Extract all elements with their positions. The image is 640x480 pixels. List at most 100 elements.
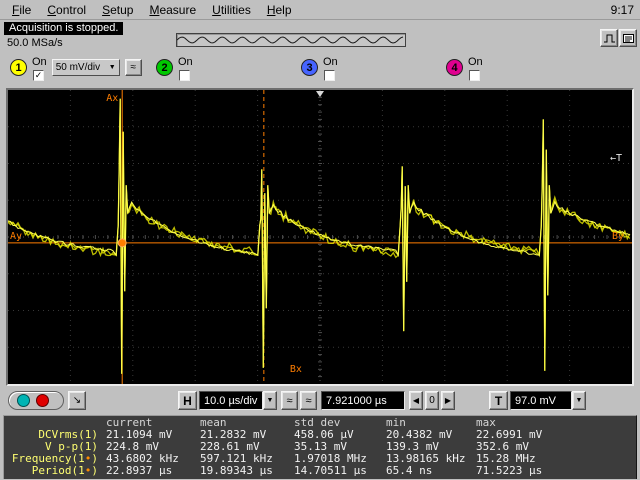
channel-4-checkbox[interactable] xyxy=(469,70,480,81)
channel-3-on-label: On xyxy=(323,56,338,68)
notepad-icon xyxy=(622,33,634,43)
marker-tool-button[interactable]: ↘ xyxy=(68,391,86,410)
measurement-header-spacer xyxy=(4,417,106,429)
measurement-value: 228.61 mV xyxy=(200,441,260,453)
trigger-level-field[interactable]: 97.0 mV xyxy=(510,391,572,410)
channel-3-group: 3 On xyxy=(301,56,338,81)
acquisition-preview-bar[interactable] xyxy=(176,33,406,47)
col-header-mean: mean xyxy=(200,417,227,429)
svg-text:By: By xyxy=(612,231,624,242)
trigger-settings-button[interactable]: T xyxy=(489,391,508,410)
measurement-value: 22.8937 µs xyxy=(106,465,173,477)
notepad-panel-button[interactable] xyxy=(619,29,637,47)
delay-zero-button[interactable]: 0 xyxy=(425,391,439,410)
measurement-value: 597.121 kHz xyxy=(200,453,273,465)
delay-left-button[interactable]: ◀ xyxy=(409,391,423,410)
measurement-value: 35.13 mV xyxy=(294,441,347,453)
timebase-scale-field[interactable]: 10.0 µs/div xyxy=(199,391,263,410)
oscilloscope-app: File Control Setup Measure Utilities Hel… xyxy=(0,0,640,480)
sample-rate: 50.0 MSa/s xyxy=(7,37,63,49)
measurement-row: Period(1•) 22.8937 µs 19.89343 µs 14.70511 … xyxy=(4,465,636,477)
delay-right-button[interactable]: ▶ xyxy=(441,391,455,410)
pointer-arrow-icon: ↘ xyxy=(72,395,82,406)
measurement-label: Frequency(1•) xyxy=(11,453,98,465)
measurement-value: 21.1094 mV xyxy=(106,429,173,441)
measurement-value: 20.4382 mV xyxy=(386,429,453,441)
pulse-panel-button[interactable] xyxy=(600,29,618,47)
channel-4-on-label: On xyxy=(468,56,483,68)
measurement-label: V p-p(1) xyxy=(45,441,98,453)
run-button[interactable] xyxy=(17,394,30,407)
sine-icon: ≈ xyxy=(130,62,136,73)
measurement-value: 14.70511 µs xyxy=(294,465,367,477)
svg-text:Ay: Ay xyxy=(10,231,22,242)
measurement-value: 1.97018 MHz xyxy=(294,453,367,465)
channel-4-badge[interactable]: 4 xyxy=(446,59,463,76)
channel-2-group: 2 On xyxy=(156,56,193,81)
measurement-label: DCVrms(1) xyxy=(38,429,98,441)
chevron-down-icon: ▼ xyxy=(108,64,116,71)
measurement-value: 19.89343 µs xyxy=(200,465,273,477)
measurement-value: 71.5223 µs xyxy=(476,465,543,477)
measurement-value: 224.8 mV xyxy=(106,441,159,453)
run-stop-group xyxy=(8,391,64,410)
menu-utilities[interactable]: Utilities xyxy=(204,1,259,19)
measurement-value: 65.4 ns xyxy=(386,465,433,477)
channel-2-on-label: On xyxy=(178,56,193,68)
measurement-value: 15.28 MHz xyxy=(476,453,536,465)
channel-1-checkbox[interactable]: ✓ xyxy=(33,70,44,81)
channel-1-group: 1 On ✓ 50 mV/div ▼ ≈ xyxy=(10,56,142,81)
menu-help[interactable]: Help xyxy=(259,1,300,19)
sine-icon: ≈ xyxy=(286,394,293,407)
measurement-value: 43.6802 kHz xyxy=(106,453,179,465)
channel-1-badge[interactable]: 1 xyxy=(10,59,27,76)
svg-text:Ax: Ax xyxy=(106,93,118,104)
pulse-icon xyxy=(603,34,615,42)
horizontal-zoom-button[interactable]: ≈ xyxy=(281,391,298,410)
clock: 9:17 xyxy=(610,2,634,17)
channel-4-group: 4 On xyxy=(446,56,483,81)
menu-control[interactable]: Control xyxy=(39,1,94,19)
channel-1-on-label: On xyxy=(32,56,47,68)
measurement-panel: current mean std dev min max DCVrms(1) 21… xyxy=(3,415,637,479)
col-header-max: max xyxy=(476,417,496,429)
menu-file[interactable]: File xyxy=(4,1,39,19)
channel-3-badge[interactable]: 3 xyxy=(301,59,318,76)
menu-bar: File Control Setup Measure Utilities Hel… xyxy=(0,0,640,20)
measurement-value: 352.6 mV xyxy=(476,441,529,453)
menu-measure[interactable]: Measure xyxy=(141,1,204,19)
channel-1-coupling-button[interactable]: ≈ xyxy=(124,59,142,76)
chevron-down-icon: ▼ xyxy=(575,397,583,404)
col-header-min: min xyxy=(386,417,406,429)
measurement-rows: DCVrms(1) 21.1094 mV 21.2832 mV 458.06 µV 20… xyxy=(4,429,636,477)
horizontal-delayed-button[interactable]: ≈ xyxy=(300,391,317,410)
acquisition-status: Acquisition is stopped. xyxy=(4,22,124,35)
bottom-control-bar: ↘ H 10.0 µs/div ▼ ≈ ≈ 7.921000 µs ◀ 0 ▶ … xyxy=(0,389,640,414)
stop-button[interactable] xyxy=(36,394,49,407)
measurement-value: 13.98165 kHz xyxy=(386,453,466,465)
channel-3-checkbox[interactable] xyxy=(324,70,335,81)
channel-2-badge[interactable]: 2 xyxy=(156,59,173,76)
measurement-value: 139.3 mV xyxy=(386,441,439,453)
scope-display[interactable]: Ax Bx Ay By ←T xyxy=(6,88,634,386)
sine-icon: ≈ xyxy=(305,394,312,407)
measurement-value: 458.06 µV xyxy=(294,429,354,441)
measurement-row: V p-p(1) 224.8 mV 228.61 mV 35.13 mV 139.3 m… xyxy=(4,441,636,453)
right-arrow-icon: ▶ xyxy=(444,396,452,405)
measurement-row: Frequency(1•) 43.6802 kHz 597.121 kHz 1.970… xyxy=(4,453,636,465)
svg-text:←T: ←T xyxy=(610,153,622,164)
channel-1-scale-select[interactable]: 50 mV/div ▼ xyxy=(51,59,120,76)
delay-field[interactable]: 7.921000 µs xyxy=(321,391,405,410)
measurement-value: 21.2832 mV xyxy=(200,429,267,441)
col-header-std-dev: std dev xyxy=(294,417,341,429)
scope-canvas[interactable]: Ax Bx Ay By ←T xyxy=(8,90,632,384)
channel-2-checkbox[interactable] xyxy=(179,70,190,81)
timebase-scale-dropdown[interactable]: ▼ xyxy=(263,391,277,410)
horizontal-settings-button[interactable]: H xyxy=(178,391,197,410)
channel-1-scale-value: 50 mV/div xyxy=(55,62,101,73)
menu-setup[interactable]: Setup xyxy=(94,1,141,19)
preview-sine-icon xyxy=(177,36,404,44)
col-header-current: current xyxy=(106,417,153,429)
left-arrow-icon: ◀ xyxy=(412,396,420,405)
trigger-level-dropdown[interactable]: ▼ xyxy=(572,391,586,410)
